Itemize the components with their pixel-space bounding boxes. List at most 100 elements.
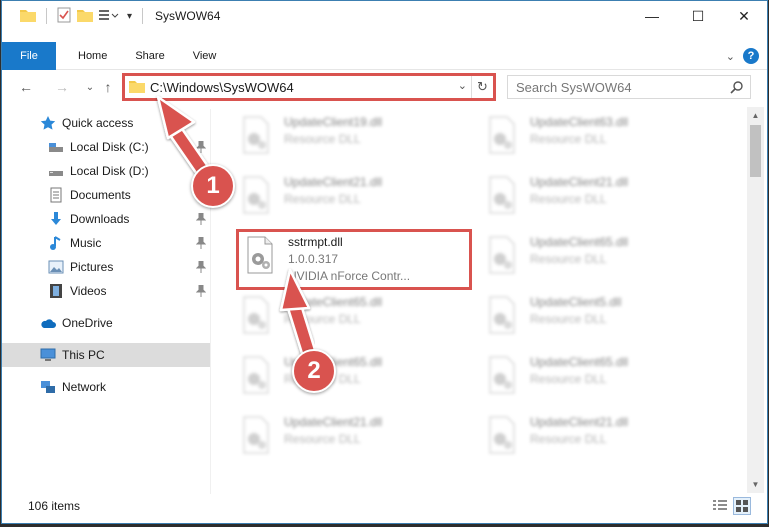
file-item[interactable]: UpdateClient19.dll Resource DLL	[232, 109, 472, 165]
help-icon[interactable]: ?	[743, 48, 759, 64]
chevron-down-icon[interactable]: ⌄	[458, 79, 467, 92]
back-button[interactable]: ←	[16, 77, 36, 97]
sidebar-item-onedrive[interactable]: OneDrive	[2, 311, 210, 335]
file-list: UpdateClient19.dll Resource DLL UpdateCli…	[212, 107, 746, 493]
sidebar-item-documents[interactable]: Documents	[2, 183, 210, 207]
tab-home[interactable]: Home	[64, 42, 121, 70]
properties-icon[interactable]	[57, 7, 71, 26]
pin-icon[interactable]	[195, 236, 207, 252]
minimize-button[interactable]: —	[629, 1, 675, 31]
step-1-badge: 1	[191, 164, 235, 208]
tab-file[interactable]: File	[2, 41, 56, 70]
file-type: Resource DLL	[284, 312, 361, 326]
documents-icon	[48, 187, 64, 203]
drive-icon	[48, 139, 64, 155]
sidebar-item-quick-access[interactable]: Quick access	[2, 111, 210, 135]
dll-file-icon	[489, 176, 515, 214]
navigation-pane: Quick access Local Disk (C:) Local Disk …	[2, 109, 210, 494]
file-item[interactable]: UpdateClient21.dll Resource DLL	[478, 169, 718, 225]
scroll-down-button[interactable]: ▼	[747, 476, 764, 493]
sidebar-item-downloads[interactable]: Downloads	[2, 207, 210, 231]
up-button[interactable]: ↑	[98, 77, 118, 97]
pin-icon[interactable]	[195, 284, 207, 300]
folder-icon[interactable]	[20, 8, 36, 25]
sidebar-item-network[interactable]: Network	[2, 375, 210, 399]
videos-icon	[48, 283, 64, 299]
customize-toolbar-icon[interactable]	[99, 8, 121, 25]
recent-locations-button[interactable]: ⌄	[80, 77, 100, 97]
details-view-icon[interactable]	[711, 497, 729, 515]
folder-icon	[129, 79, 145, 96]
file-item[interactable]: UpdateClient65.dllResource DLL	[478, 229, 718, 285]
file-item[interactable]: UpdateClient21.dll Resource DLL	[232, 409, 472, 465]
sidebar-item-local-disk-d[interactable]: Local Disk (D:)	[2, 159, 210, 183]
pin-icon[interactable]	[195, 140, 207, 156]
dll-file-icon	[243, 296, 269, 334]
new-folder-icon[interactable]	[77, 8, 93, 25]
file-name: UpdateClient21.dll	[530, 175, 629, 189]
close-button[interactable]: ✕	[721, 1, 767, 31]
file-item[interactable]: UpdateClient21.dll Resource DLL	[232, 169, 472, 225]
file-type: Resource DLL	[530, 312, 607, 326]
music-icon	[48, 235, 64, 251]
file-name: UpdateClient5.dll	[530, 295, 622, 309]
search-box[interactable]	[507, 75, 751, 99]
tab-share[interactable]: Share	[121, 42, 178, 70]
address-input[interactable]	[150, 77, 450, 97]
sidebar-item-music[interactable]: Music	[2, 231, 210, 255]
file-item[interactable]: UpdateClient63.dll Resource DLL	[478, 109, 718, 165]
sidebar-item-label: Music	[70, 236, 102, 250]
file-name: UpdateClient63.dll	[530, 115, 629, 129]
sidebar-item-label: Local Disk (C:)	[70, 140, 149, 154]
dll-file-icon	[243, 356, 269, 394]
pin-icon[interactable]	[195, 212, 207, 228]
dll-file-icon	[489, 236, 515, 274]
ribbon-right: ⌄ ?	[726, 42, 759, 70]
vertical-scrollbar[interactable]: ▲ ▼	[747, 107, 764, 493]
file-name: UpdateClient65.dll	[530, 355, 629, 369]
sidebar-item-videos[interactable]: Videos	[2, 279, 210, 303]
file-highlight-box	[236, 229, 472, 290]
computer-icon	[40, 347, 56, 363]
large-icons-view-icon[interactable]	[733, 497, 751, 515]
sidebar-item-this-pc[interactable]: This PC	[2, 343, 210, 367]
maximize-button[interactable]: ☐	[675, 1, 721, 31]
sidebar-item-pictures[interactable]: Pictures	[2, 255, 210, 279]
dll-file-icon	[243, 416, 269, 454]
chevron-down-icon[interactable]: ▾	[127, 11, 132, 22]
file-item[interactable]: UpdateClient65.dllResource DLL	[232, 349, 472, 405]
dll-file-icon	[243, 176, 269, 214]
file-item[interactable]: UpdateClient5.dll Resource DLL	[478, 289, 718, 345]
refresh-button[interactable]: ↻	[471, 76, 493, 98]
sidebar-item-label: Videos	[70, 284, 107, 298]
chevron-down-icon[interactable]: ⌄	[726, 50, 735, 63]
sidebar-item-local-disk-c[interactable]: Local Disk (C:)	[2, 135, 210, 159]
search-input[interactable]	[516, 79, 726, 95]
address-bar[interactable]: ⌄ ↻	[122, 73, 496, 101]
dll-file-icon	[489, 416, 515, 454]
file-item[interactable]: UpdateClient65.dll Resource DLL	[478, 349, 718, 405]
pictures-icon	[48, 259, 64, 275]
toolbar-separator	[46, 8, 47, 24]
file-type: Resource DLL	[284, 192, 361, 206]
file-name: UpdateClient65.dll	[284, 295, 383, 309]
sidebar-item-label: This PC	[62, 348, 105, 362]
file-item[interactable]: UpdateClient65.dll Resource DLL	[232, 289, 472, 345]
item-count: 106 items	[28, 499, 81, 513]
scroll-up-button[interactable]: ▲	[747, 107, 764, 124]
tab-view[interactable]: View	[179, 42, 231, 70]
file-item[interactable]: UpdateClient21.dll Resource DLL	[478, 409, 718, 465]
file-name: UpdateClient65.dll	[530, 235, 629, 249]
search-icon[interactable]	[730, 80, 744, 97]
step-2-badge: 2	[292, 349, 336, 393]
file-type: Resource DLL	[284, 132, 361, 146]
file-name: UpdateClient21.dll	[284, 175, 383, 189]
file-type: Resource DLL	[530, 372, 607, 386]
download-icon	[48, 211, 64, 227]
scroll-thumb[interactable]	[750, 125, 761, 177]
pin-icon[interactable]	[195, 260, 207, 276]
forward-button[interactable]: →	[52, 77, 72, 97]
address-row: ← → ⌄ ↑ ⌄ ↻	[2, 73, 767, 101]
sidebar-item-label: Downloads	[70, 212, 130, 226]
sidebar-item-label: OneDrive	[62, 316, 113, 330]
